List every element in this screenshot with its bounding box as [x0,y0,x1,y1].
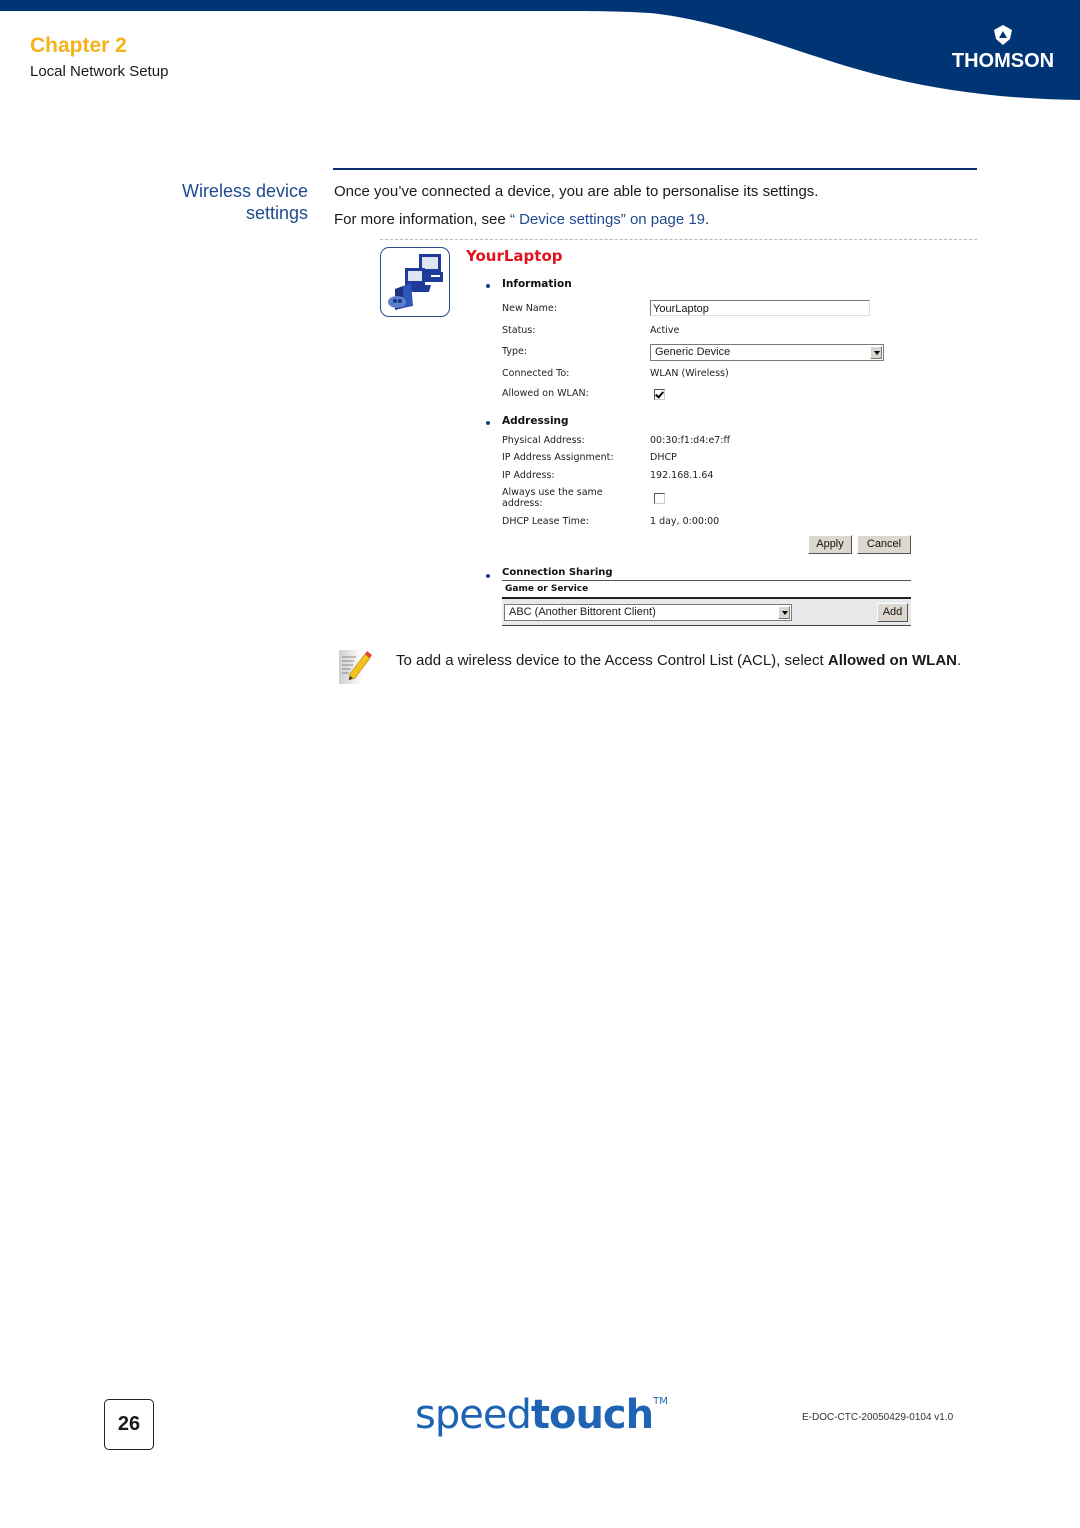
connected-to-value: WLAN (Wireless) [650,368,729,379]
document-id: E-DOC-CTC-20050429-0104 v1.0 [802,1412,954,1423]
speedtouch-logo: speedtouchTM [415,1392,668,1438]
status-value: Active [650,325,680,336]
always-same-address-label-line-2: address: [502,498,543,509]
speedtouch-logo-bold: touch [530,1392,654,1438]
note-text: To add a wireless device to the Access C… [396,651,986,670]
addressing-heading: Addressing [502,415,569,427]
intro-text: Once you’ve connected a device, you are … [334,183,819,200]
chevron-down-icon[interactable] [870,346,882,359]
new-name-label: New Name: [502,303,557,314]
note-text-suffix: . [957,652,962,669]
more-info-suffix: . [705,211,710,228]
always-same-address-checkbox[interactable] [654,493,665,504]
note-text-prefix: To add a wireless device to the Access C… [396,652,828,669]
cancel-button[interactable]: Cancel [857,535,911,554]
header-band [0,0,1080,100]
game-or-service-column-header: Game or Service [505,584,589,594]
note-text-bold: Allowed on WLAN [827,652,958,669]
new-name-input[interactable]: YourLaptop [650,300,870,316]
type-select[interactable]: Generic Device [650,344,884,361]
device-name-title: YourLaptop [466,247,563,265]
page-number: 26 [104,1399,154,1450]
physical-address-value: 00:30:f1:d4:e7:ff [650,435,731,446]
ip-address-label: IP Address: [502,470,555,481]
game-or-service-select[interactable]: ABC (Another Bittorent Client) [504,604,792,621]
always-same-address-label: Always use the same address: [502,487,603,509]
bullet-icon [486,284,490,288]
game-or-service-select-value: ABC (Another Bittorent Client) [509,606,656,618]
thomson-triangle-mark-icon [994,25,1012,45]
connection-sharing-heading: Connection Sharing [502,567,613,578]
note-pencil-icon [339,650,372,684]
game-console-computers-icon [380,247,450,317]
ip-assignment-label: IP Address Assignment: [502,452,614,463]
chapter-title: Chapter 2 [30,34,127,57]
section-rule [333,168,977,170]
type-label: Type: [502,346,528,357]
chevron-down-icon[interactable] [778,606,790,619]
always-same-address-label-line-1: Always use the same [502,487,603,498]
device-settings-link[interactable]: “ Device settings” on page 19 [510,211,705,228]
ip-assignment-value: DHCP [650,452,677,463]
table-bottom-rule [502,625,911,626]
speedtouch-logo-light: speed [415,1392,532,1438]
connected-to-label: Connected To: [502,368,570,379]
apply-button[interactable]: Apply [808,535,852,554]
more-info-prefix: For more information, see [334,211,510,228]
lease-time-value: 1 day, 0:00:00 [650,516,720,527]
section-heading-line-2: settings [245,203,308,223]
bullet-icon [486,421,490,425]
physical-address-label: Physical Address: [502,435,585,446]
status-label: Status: [502,325,536,336]
ip-address-value: 192.168.1.64 [650,470,714,481]
lease-time-label: DHCP Lease Time: [502,516,589,527]
section-heading: Wireless device settings [140,180,308,224]
section-heading-line-1: Wireless device [181,181,308,201]
bullet-icon [486,574,490,578]
information-heading: Information [502,278,572,290]
thomson-logo-text: THOMSON [951,50,1055,72]
more-info-text: For more information, see “ Device setti… [334,211,709,228]
add-button[interactable]: Add [877,603,908,622]
dotted-divider [380,239,977,240]
connection-sharing-divider [502,580,911,581]
allowed-on-wlan-label: Allowed on WLAN: [502,388,589,399]
chapter-subtitle: Local Network Setup [30,63,169,80]
trademark-mark: TM [653,1396,668,1407]
thomson-logo: THOMSON [950,24,1056,73]
allowed-on-wlan-checkbox[interactable] [654,389,665,400]
type-select-value: Generic Device [655,346,731,358]
